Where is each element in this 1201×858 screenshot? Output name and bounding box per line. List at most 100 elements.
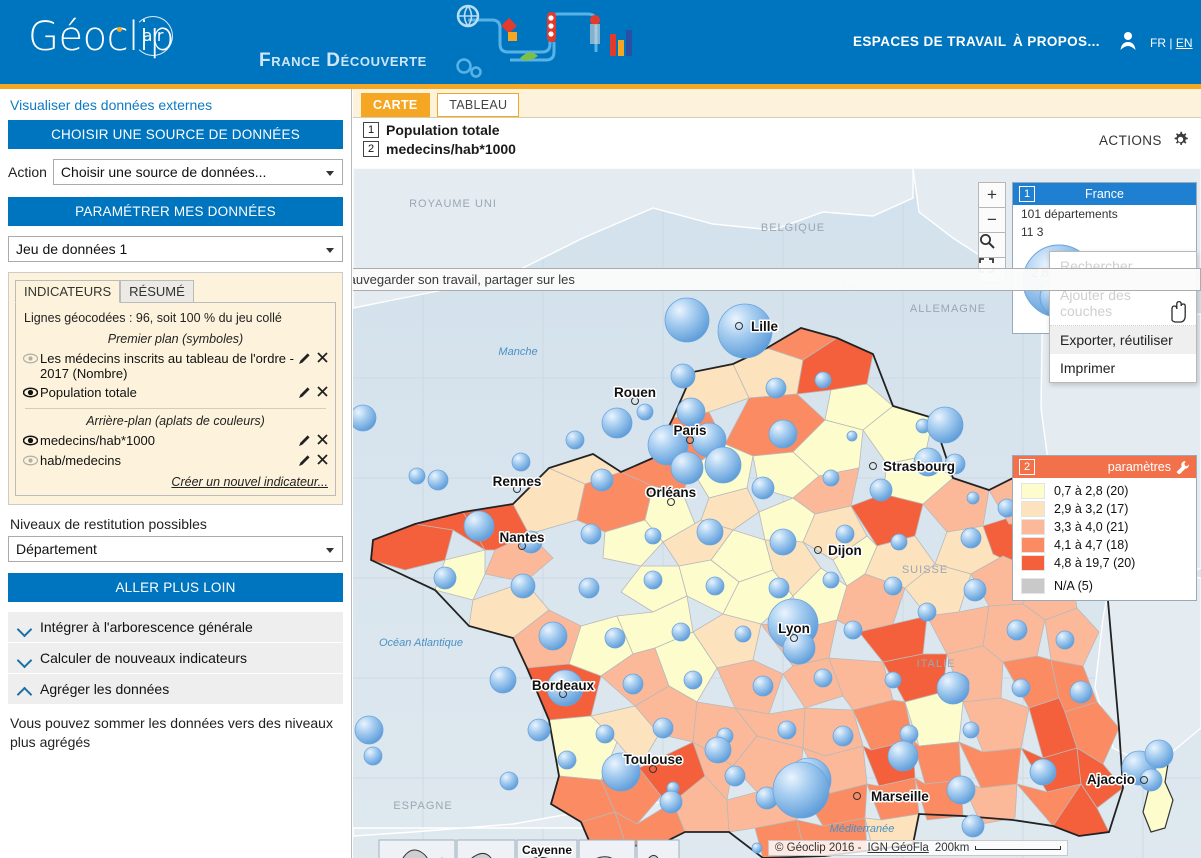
go-further-button[interactable]: ALLER PLUS LOIN — [8, 573, 343, 602]
legend-swatch — [1021, 483, 1045, 499]
label-royaume-uni: ROYAUME UNI — [409, 198, 497, 210]
label-espagne: ESPAGNE — [393, 800, 452, 812]
tab-carte[interactable]: CARTE — [361, 93, 430, 117]
logo-dot-icon — [117, 27, 122, 32]
legend-medecins[interactable]: 2 paramètres 0,7 à 2,8 (20) 2,9 à 3,2 (1… — [1012, 455, 1197, 601]
map-canvas[interactable]: ROYAUME UNI BELGIQUE LUX. ALLEMAGNE SUIS… — [353, 168, 1201, 858]
eye-visible-icon[interactable] — [23, 433, 40, 449]
edit-pencil-icon — [298, 454, 311, 467]
legend-class: 2,9 à 3,2 (17) — [1013, 500, 1196, 518]
tab-tableau[interactable]: TABLEAU — [437, 93, 519, 117]
legend-class: 4,1 à 4,7 (18) — [1013, 536, 1196, 554]
menu-item-exporter-reutiliser[interactable]: Exporter, réutiliser — [1050, 326, 1196, 354]
tab-resume[interactable]: RÉSUMÉ — [120, 280, 194, 303]
active-indicators-bar: 1 Population totale 2 medecins/hab*1000 — [353, 118, 1201, 168]
aggregate-description: Vous pouvez sommer les données vers des … — [8, 705, 343, 761]
eye-visible-icon[interactable] — [23, 385, 40, 401]
accordion-label: Agréger les données — [40, 681, 169, 697]
city-label-paris: Paris — [673, 423, 706, 438]
group-foreground-title: Premier plan (symboles) — [23, 332, 328, 346]
search-icon[interactable] — [978, 232, 1006, 258]
indicator-row[interactable]: medecins/hab*1000 — [23, 431, 328, 451]
inset-cayenne[interactable]: Cayenne — [517, 840, 577, 858]
zoom-in-icon[interactable]: + — [978, 182, 1006, 208]
city-label-lille: Lille — [751, 319, 778, 334]
legend-class: N/A (5) — [1013, 577, 1196, 595]
accordion-agreger[interactable]: Agréger les données — [8, 674, 343, 705]
indicator-label: Les médecins inscrits au tableau de l'or… — [40, 351, 294, 381]
city-label-ajaccio: Ajaccio — [1087, 772, 1135, 787]
legend-number: 2 — [1019, 459, 1035, 475]
lang-separator: | — [1169, 36, 1172, 50]
indicator-row-actions[interactable] — [294, 453, 328, 467]
inset-saint-denis[interactable]: Saint Denis — [579, 840, 635, 858]
indicators-panel: Lignes géocodées : 96, soit 100 % du jeu… — [15, 302, 336, 496]
indicator-number: 1 — [363, 122, 379, 138]
choose-data-source-button[interactable]: CHOISIR UNE SOURCE DE DONNÉES — [8, 120, 343, 149]
city-label-nantes: Nantes — [499, 530, 544, 545]
actions-menu-button[interactable]: ACTIONS — [1099, 131, 1189, 151]
legend-class-label: N/A (5) — [1054, 579, 1093, 593]
menu-item-imprimer[interactable]: Imprimer — [1050, 354, 1196, 382]
indicator-name: medecins/hab*1000 — [386, 141, 516, 157]
language-switcher[interactable]: FR | EN — [1150, 36, 1192, 50]
close-icon — [317, 454, 328, 465]
map-zoom-controls[interactable]: + − — [978, 182, 1006, 282]
city-label-dijon: Dijon — [828, 543, 862, 558]
indicator-row[interactable]: Population totale — [23, 383, 328, 403]
levels-select[interactable]: Département — [8, 536, 343, 562]
accordion-label: Intégrer à l'arborescence générale — [40, 619, 253, 635]
active-indicator-1[interactable]: 1 Population totale — [363, 122, 1201, 138]
legend-swatch — [1021, 555, 1045, 571]
city-label-bordeaux: Bordeaux — [532, 678, 595, 693]
logo-air-badge: air — [133, 16, 173, 56]
inset-fort-de-france[interactable]: Fort de France — [452, 840, 515, 858]
label-suisse: SUISSE — [902, 564, 948, 576]
legend-2-header[interactable]: 2 paramètres — [1013, 456, 1196, 478]
configure-my-data-button[interactable]: PARAMÉTRER MES DONNÉES — [8, 197, 343, 226]
dataset-select[interactable]: Jeu de données 1 — [8, 236, 343, 262]
label-mediterranee: Méditerranée — [830, 823, 895, 835]
city-label-lyon: Lyon — [778, 621, 810, 636]
legend-swatch — [1021, 537, 1045, 553]
indicator-row[interactable]: hab/medecins — [23, 451, 328, 471]
indicator-row[interactable]: Les médecins inscrits au tableau de l'or… — [23, 349, 328, 383]
legend-class-label: 0,7 à 2,8 (20) — [1054, 484, 1128, 498]
lang-fr[interactable]: FR — [1150, 36, 1166, 50]
indicator-row-actions[interactable] — [294, 351, 328, 365]
indicator-label: Population totale — [40, 385, 294, 400]
city-label-rouen: Rouen — [614, 385, 656, 400]
tab-indicateurs[interactable]: INDICATEURS — [15, 280, 120, 303]
app-subtitle: France Découverte — [259, 50, 427, 72]
lang-en[interactable]: EN — [1176, 36, 1193, 50]
create-indicator-link[interactable]: Créer un nouvel indicateur... — [23, 475, 328, 489]
group-background-title: Arrière-plan (aplats de couleurs) — [23, 414, 328, 428]
source-link[interactable]: IGN GéoFla — [867, 842, 928, 854]
user-icon[interactable] — [1117, 30, 1139, 55]
eye-hidden-icon[interactable] — [23, 453, 40, 469]
visualize-external-data-link[interactable]: Visualiser des données externes — [10, 97, 341, 113]
city-label-toulouse: Toulouse — [624, 752, 683, 767]
data-source-select[interactable]: Choisir une source de données... — [53, 159, 343, 185]
zoom-out-icon[interactable]: − — [978, 207, 1006, 233]
nav-espaces-de-travail[interactable]: ESPACES DE TRAVAIL — [853, 34, 1006, 49]
nav-a-propos[interactable]: À PROPOS... — [1013, 34, 1100, 49]
active-indicator-2[interactable]: 2 medecins/hab*1000 — [363, 141, 1201, 157]
inset-basse-terre[interactable]: Basse Terre — [377, 840, 455, 858]
legend-settings-label[interactable]: paramètres — [1108, 460, 1171, 474]
city-label-orleans: Orléans — [646, 485, 696, 500]
inset-label-cayenne: Cayenne — [522, 843, 572, 857]
eye-hidden-icon[interactable] — [23, 351, 40, 367]
accordion-label: Calculer de nouveaux indicateurs — [40, 650, 247, 666]
legend-class-label: 3,3 à 4,0 (21) — [1054, 520, 1128, 534]
legend-swatch — [1021, 519, 1045, 535]
indicator-row-actions[interactable] — [294, 385, 328, 399]
legend-swatch — [1021, 501, 1045, 517]
indicator-row-actions[interactable] — [294, 433, 328, 447]
accordion-calculer[interactable]: Calculer de nouveaux indicateurs — [8, 643, 343, 674]
label-ocean-atlantique: Océan Atlantique — [379, 637, 463, 649]
legend-class: 0,7 à 2,8 (20) — [1013, 482, 1196, 500]
wrench-icon[interactable] — [1176, 460, 1190, 474]
accordion-integrer[interactable]: Intégrer à l'arborescence générale — [8, 612, 343, 643]
map-attribution: © Géoclip 2016 - IGN GéoFla 200km — [768, 840, 1068, 856]
